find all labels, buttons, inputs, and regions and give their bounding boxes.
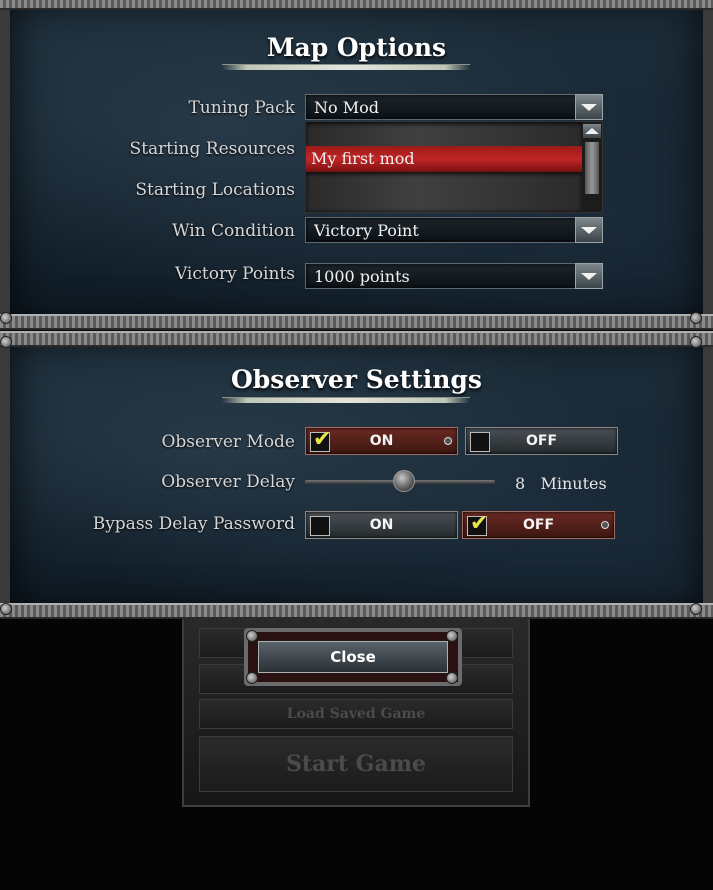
- observer-mode-label: Observer Mode: [161, 432, 295, 452]
- scroll-up-icon[interactable]: [583, 124, 601, 138]
- win-condition-label: Win Condition: [172, 221, 295, 241]
- map-options-title: Map Options: [266, 33, 447, 62]
- victory-points-chevron-down-icon[interactable]: [575, 263, 603, 289]
- tuning-pack-dropdown[interactable]: No Mod: [305, 94, 603, 120]
- bolt-icon: [446, 630, 458, 642]
- dropdown-scrollbar[interactable]: [582, 122, 602, 212]
- start-game-button[interactable]: Start Game: [199, 736, 513, 792]
- tuning-pack-dropdown-list[interactable]: My first mod: [305, 121, 603, 213]
- bolt-icon: [446, 672, 458, 684]
- scrollbar-thumb[interactable]: [585, 142, 599, 194]
- dropdown-option-blurred-2[interactable]: [306, 174, 582, 212]
- observer-delay-label: Observer Delay: [161, 472, 295, 492]
- observer-delay-unit: Minutes: [540, 474, 607, 493]
- bypass-delay-password-label: Bypass Delay Password: [92, 514, 295, 534]
- bolt-icon: [690, 603, 702, 615]
- bolt-icon: [0, 312, 12, 324]
- bolt-icon: [246, 630, 258, 642]
- bolt-icon: [246, 672, 258, 684]
- bolt-icon: [690, 312, 702, 324]
- bypass-delay-on-toggle[interactable]: ON: [305, 511, 458, 539]
- win-condition-chevron-down-icon[interactable]: [575, 217, 603, 243]
- tuning-pack-chevron-down-icon[interactable]: [575, 94, 603, 120]
- observer-settings-title-divider: [222, 397, 470, 403]
- observer-delay-readout: 8 Minutes: [515, 474, 607, 493]
- victory-points-value: 1000 points: [314, 267, 410, 286]
- radio-dot-icon: [601, 521, 609, 529]
- observer-mode-on-toggle[interactable]: ✔ ON: [305, 427, 458, 455]
- victory-points-label: Victory Points: [174, 264, 295, 284]
- radio-dot-icon: [444, 437, 452, 445]
- observer-mode-on-label: ON: [369, 433, 394, 449]
- victory-points-dropdown[interactable]: 1000 points: [305, 263, 603, 289]
- tuning-pack-label: Tuning Pack: [188, 98, 295, 118]
- bolt-icon: [0, 336, 12, 348]
- starting-resources-label: Starting Resources: [129, 139, 295, 159]
- bypass-delay-off-label: OFF: [522, 517, 555, 533]
- dropdown-option-my-first-mod[interactable]: My first mod: [306, 146, 582, 172]
- observer-mode-off-label: OFF: [525, 433, 558, 449]
- observer-delay-slider-knob[interactable]: [392, 470, 415, 492]
- tuning-pack-value: No Mod: [314, 98, 379, 117]
- observer-mode-off-toggle[interactable]: OFF: [465, 427, 618, 455]
- close-button[interactable]: Close: [258, 641, 448, 673]
- starting-locations-label: Starting Locations: [135, 180, 295, 200]
- map-options-title-divider: [222, 64, 470, 70]
- bolt-icon: [0, 603, 12, 615]
- bypass-delay-off-toggle[interactable]: ✔ OFF: [462, 511, 615, 539]
- bolt-icon: [690, 336, 702, 348]
- bypass-delay-on-label: ON: [369, 517, 394, 533]
- observer-settings-title: Observer Settings: [230, 365, 482, 394]
- win-condition-value: Victory Point: [314, 221, 419, 240]
- win-condition-dropdown[interactable]: Victory Point: [305, 217, 603, 243]
- load-saved-game-button[interactable]: Load Saved Game: [199, 699, 513, 729]
- observer-delay-value: 8: [515, 474, 526, 493]
